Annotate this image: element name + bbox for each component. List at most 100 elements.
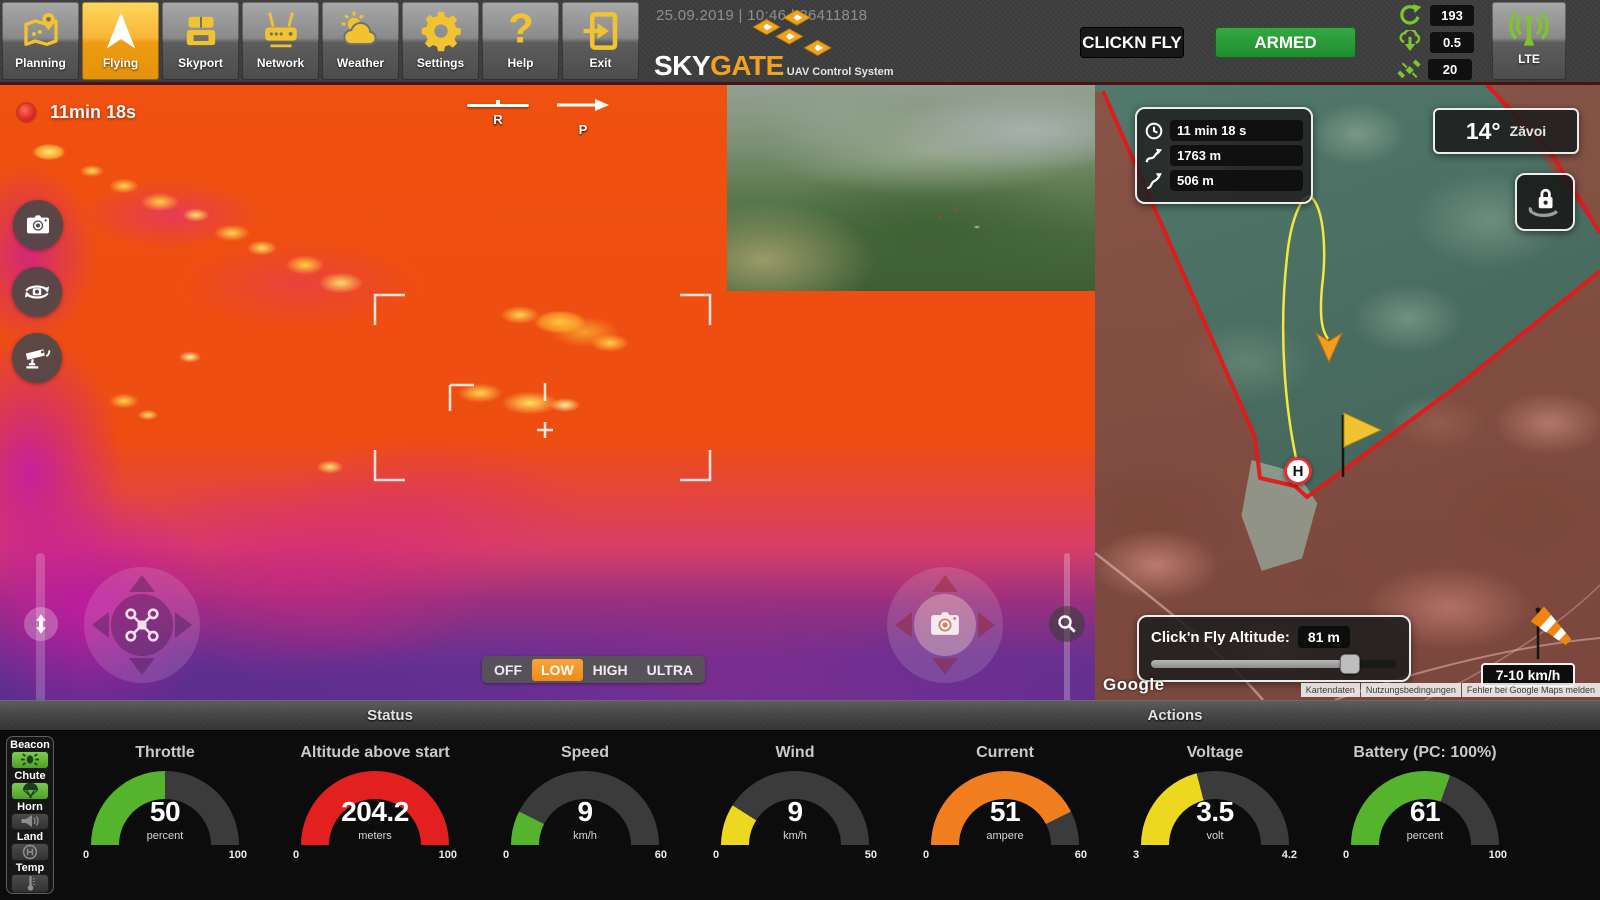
gain-option-off[interactable]: OFF bbox=[485, 659, 531, 681]
google-watermark: Google bbox=[1103, 675, 1165, 695]
antenna-icon bbox=[1508, 8, 1550, 50]
record-indicator: 11min 18s bbox=[18, 102, 136, 123]
horn-label: Horn bbox=[17, 801, 43, 813]
chute-button[interactable] bbox=[11, 782, 49, 800]
gauge-arc: 61 percent bbox=[1351, 771, 1499, 845]
land-label: Land bbox=[17, 831, 43, 843]
skygate-logo: SKYGATEUAV Control System bbox=[654, 24, 984, 82]
gimbal-dpad[interactable] bbox=[885, 565, 1005, 685]
attribution-link[interactable]: Nutzungsbedingungen bbox=[1361, 683, 1461, 697]
gauge-unit: ampere bbox=[931, 830, 1079, 842]
distance-icon bbox=[1145, 147, 1163, 165]
attribution-link[interactable]: Fehler bei Google Maps melden bbox=[1462, 683, 1600, 697]
gauge-max: 4.2 bbox=[1282, 849, 1297, 861]
gauge-title: Battery (PC: 100%) bbox=[1353, 744, 1496, 762]
gauge-value: 9 bbox=[721, 796, 869, 828]
gain-option-low[interactable]: LOW bbox=[532, 659, 583, 681]
gauge: Current 51 ampere 0 60 bbox=[917, 731, 1093, 900]
clock-icon bbox=[1145, 122, 1163, 140]
indicator-value: 0.5 bbox=[1430, 32, 1474, 53]
pip-video-preview[interactable] bbox=[727, 85, 1095, 291]
gauge-value: 61 bbox=[1351, 796, 1499, 828]
nav-planning-button[interactable]: Planning bbox=[2, 2, 79, 80]
record-time: 11min 18s bbox=[50, 102, 136, 123]
weather-location: Zăvoi bbox=[1510, 123, 1547, 139]
satellite-icon bbox=[1396, 57, 1422, 82]
nav-exit-button[interactable]: Exit bbox=[562, 2, 639, 80]
armed-button[interactable]: ARMED bbox=[1215, 27, 1356, 58]
gauge-unit: km/h bbox=[511, 830, 659, 842]
gain-toggle: OFFLOWHIGHULTRA bbox=[482, 656, 705, 683]
zoom-slider-thumb[interactable] bbox=[1049, 606, 1085, 642]
clickn-fly-button[interactable]: CLICKN FLY bbox=[1080, 27, 1184, 58]
gauge-min: 3 bbox=[1133, 849, 1139, 861]
beacon-button[interactable] bbox=[11, 751, 49, 769]
nav-skyport-button[interactable]: Skyport bbox=[162, 2, 239, 80]
indicator-rotate: 193 bbox=[1396, 3, 1474, 28]
switch-camera-button[interactable] bbox=[12, 267, 62, 317]
take-photo-button[interactable] bbox=[13, 200, 63, 250]
gauge-range: 0 50 bbox=[707, 849, 883, 861]
actions-header: Actions bbox=[1147, 707, 1202, 724]
lte-button[interactable]: LTE bbox=[1492, 2, 1566, 80]
nav-label: Planning bbox=[15, 56, 66, 70]
gauge-min: 0 bbox=[713, 849, 719, 861]
gain-option-ultra[interactable]: ULTRA bbox=[638, 659, 702, 681]
nav-help-button[interactable]: ?Help bbox=[482, 2, 559, 80]
gauge-unit: volt bbox=[1141, 830, 1289, 842]
cctv-camera-button[interactable] bbox=[12, 333, 62, 383]
altitude-joystick-thumb[interactable] bbox=[24, 607, 58, 641]
gauge-value: 9 bbox=[511, 796, 659, 828]
weather-box: 14° Zăvoi bbox=[1433, 108, 1579, 154]
altitude-slider-thumb[interactable] bbox=[1340, 654, 1360, 674]
gauge-title: Throttle bbox=[135, 744, 195, 762]
nav-network-button[interactable]: Network bbox=[242, 2, 319, 80]
gauge-arc: 204.2 meters bbox=[301, 771, 449, 845]
land-button[interactable] bbox=[11, 843, 49, 861]
gauge-value: 204.2 bbox=[301, 796, 449, 828]
attribution-link[interactable]: Kartendaten bbox=[1301, 683, 1360, 697]
indicator-value: 193 bbox=[1430, 5, 1474, 26]
clickn-fly-altitude-value: 81 m bbox=[1298, 626, 1350, 648]
map-view[interactable]: H 11 min 18 s1763 m506 m 14° Zăvoi Click… bbox=[1095, 85, 1600, 700]
flight-dpad[interactable] bbox=[82, 565, 202, 685]
nav-flying-button[interactable]: Flying bbox=[82, 2, 159, 80]
router-icon bbox=[259, 10, 303, 52]
nav-weather-button[interactable]: Weather bbox=[322, 2, 399, 80]
horn-button[interactable] bbox=[11, 813, 49, 831]
instrument-panel: BeaconChuteHornLandTemp Throttle 50 perc… bbox=[0, 731, 1600, 900]
telemetry-value: 11 min 18 s bbox=[1170, 120, 1303, 141]
pitch-indicator: P bbox=[553, 98, 613, 137]
weather-temp: 14° bbox=[1466, 118, 1501, 145]
gauge-min: 0 bbox=[83, 849, 89, 861]
gauge-value: 51 bbox=[931, 796, 1079, 828]
gauge-arc: 51 ampere bbox=[931, 771, 1079, 845]
altitude-slider[interactable] bbox=[1151, 660, 1397, 668]
side-controls: BeaconChuteHornLandTemp bbox=[6, 736, 54, 894]
telemetry-value: 1763 m bbox=[1170, 145, 1303, 166]
gauge-value: 3.5 bbox=[1141, 796, 1289, 828]
gauge-arc: 9 km/h bbox=[721, 771, 869, 845]
thermal-camera-view: 11min 18s R P bbox=[0, 85, 1095, 700]
flight-path bbox=[1283, 197, 1328, 467]
gauge: Voltage 3.5 volt 3 4.2 bbox=[1127, 731, 1303, 900]
roll-indicator: R bbox=[467, 104, 529, 127]
telemetry-row: 1763 m bbox=[1145, 145, 1303, 166]
gauge-title: Altitude above start bbox=[300, 744, 449, 762]
hold-position-lock-button[interactable] bbox=[1515, 173, 1575, 231]
temp-button[interactable] bbox=[11, 874, 49, 893]
drone-icon bbox=[121, 604, 163, 646]
horn-icon bbox=[19, 814, 42, 828]
gauge-min: 0 bbox=[503, 849, 509, 861]
nav-icon-wrap bbox=[20, 6, 62, 56]
top-bar: Planning FlyingSkyportNetwork Weather Setti… bbox=[0, 0, 1600, 85]
nav-settings-button[interactable]: Settings bbox=[402, 2, 479, 80]
temp-label: Temp bbox=[16, 862, 45, 874]
sun-cloud-icon bbox=[338, 10, 384, 52]
pitch-arrow-icon bbox=[555, 98, 611, 112]
nav-label: Weather bbox=[337, 56, 384, 70]
nav-icon-wrap bbox=[580, 6, 622, 56]
gain-option-high[interactable]: HIGH bbox=[584, 659, 637, 681]
gauge-min: 0 bbox=[293, 849, 299, 861]
gauges: Throttle 50 percent 0 100 Altitude above… bbox=[60, 731, 1530, 900]
